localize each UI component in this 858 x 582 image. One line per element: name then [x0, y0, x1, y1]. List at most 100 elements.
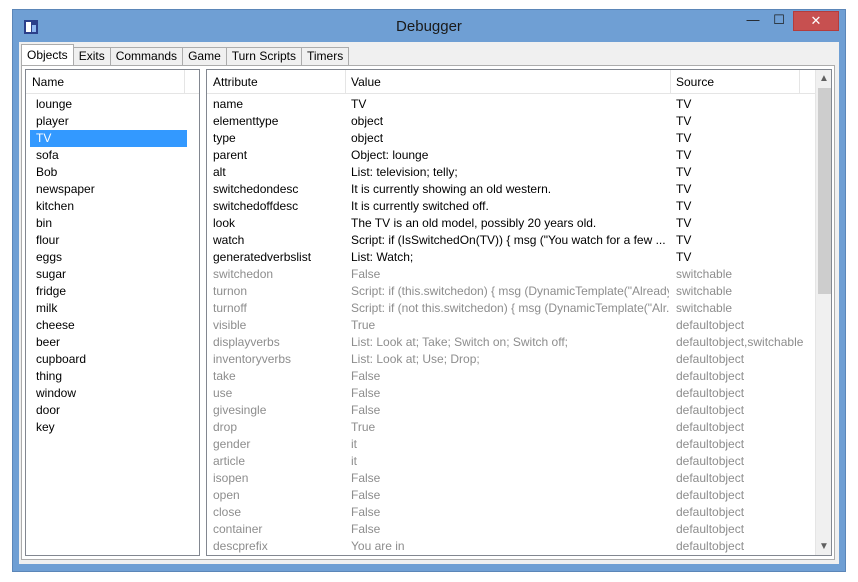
- attribute-value-cell: True: [351, 318, 376, 332]
- objects-list-header[interactable]: Name: [26, 70, 199, 94]
- attribute-value-cell: It is currently switched off.: [351, 199, 489, 213]
- value-column-header[interactable]: Value: [351, 75, 381, 89]
- attribute-row[interactable]: take False defaultobject: [207, 368, 815, 385]
- object-list-item[interactable]: fridge: [30, 283, 187, 300]
- tab-turn-scripts[interactable]: Turn Scripts: [225, 47, 302, 65]
- attribute-name-cell: elementtype: [213, 114, 279, 128]
- attribute-column-header[interactable]: Attribute: [213, 75, 258, 89]
- column-divider[interactable]: [799, 70, 800, 94]
- attribute-value-cell: TV: [351, 97, 367, 111]
- close-button[interactable]: ✕: [793, 11, 839, 31]
- minimize-button[interactable]: —: [739, 11, 767, 31]
- attribute-row[interactable]: switchedondesc It is currently showing an…: [207, 181, 815, 198]
- attribute-name-cell: article: [213, 454, 246, 468]
- attribute-value-cell: Script: if (IsSwitchedOn(TV)) { msg ("Yo…: [351, 233, 666, 247]
- tab-objects[interactable]: Objects: [21, 44, 74, 65]
- object-list-item[interactable]: kitchen: [30, 198, 187, 215]
- objects-list-items: lounge player TV sofa Bob newspaper kitchen bin…: [26, 94, 199, 436]
- attribute-row[interactable]: watch Script: if (IsSwitchedOn(TV)) { msg…: [207, 232, 815, 249]
- attribute-value-cell: False: [351, 386, 381, 400]
- name-column-header[interactable]: Name: [32, 75, 64, 89]
- object-list-item[interactable]: eggs: [30, 249, 187, 266]
- attribute-row[interactable]: look The TV is an old model, possibly 20 …: [207, 215, 815, 232]
- attribute-row[interactable]: generatedverbslist List: Watch; TV: [207, 249, 815, 266]
- attribute-row[interactable]: article it defaultobject: [207, 453, 815, 470]
- attribute-source-cell: switchable: [676, 301, 733, 315]
- object-list-item[interactable]: key: [30, 419, 187, 436]
- attribute-row[interactable]: switchedoffdesc It is currently switched …: [207, 198, 815, 215]
- object-list-item[interactable]: sofa: [30, 147, 187, 164]
- object-list-item[interactable]: door: [30, 402, 187, 419]
- scrollbar-thumb[interactable]: [818, 88, 831, 294]
- attributes-table[interactable]: Attribute Value Source name TV TV elementty…: [206, 69, 832, 556]
- attribute-name-cell: generatedverbslist: [213, 250, 312, 264]
- attribute-row[interactable]: type object TV: [207, 130, 815, 147]
- tab-timers[interactable]: Timers: [301, 47, 350, 65]
- attribute-value-cell: List: Look at; Use; Drop;: [351, 352, 480, 366]
- object-list-item[interactable]: beer: [30, 334, 187, 351]
- source-column-header[interactable]: Source: [676, 75, 714, 89]
- column-divider[interactable]: [670, 70, 671, 94]
- object-list-item[interactable]: milk: [30, 300, 187, 317]
- attribute-row[interactable]: givesingle False defaultobject: [207, 402, 815, 419]
- attribute-row[interactable]: switchedon False switchable: [207, 266, 815, 283]
- column-divider[interactable]: [184, 70, 185, 94]
- attribute-source-cell: defaultobject: [676, 505, 745, 519]
- attribute-source-cell: defaultobject: [676, 488, 745, 502]
- object-list-item[interactable]: flour: [30, 232, 187, 249]
- object-list-item[interactable]: lounge: [30, 96, 187, 113]
- attribute-row[interactable]: alt List: television; telly; TV: [207, 164, 815, 181]
- attribute-name-cell: container: [213, 522, 263, 536]
- attribute-value-cell: False: [351, 471, 381, 485]
- attribute-source-cell: defaultobject: [676, 420, 745, 434]
- attribute-value-cell: List: television; telly;: [351, 165, 458, 179]
- object-list-item[interactable]: cheese: [30, 317, 187, 334]
- object-list-item[interactable]: window: [30, 385, 187, 402]
- object-list-item[interactable]: thing: [30, 368, 187, 385]
- object-list-item[interactable]: sugar: [30, 266, 187, 283]
- object-list-item[interactable]: TV: [30, 130, 187, 147]
- attribute-value-cell: The TV is an old model, possibly 20 year…: [351, 216, 597, 230]
- attribute-row[interactable]: isopen False defaultobject: [207, 470, 815, 487]
- attribute-row[interactable]: name TV TV: [207, 96, 815, 113]
- attribute-row[interactable]: turnoff Script: if (not this.switchedon) …: [207, 300, 815, 317]
- attribute-row[interactable]: elementtype object TV: [207, 113, 815, 130]
- tab-game[interactable]: Game: [182, 47, 227, 65]
- scroll-up-button[interactable]: ▲: [816, 70, 831, 87]
- window-client-area: Objects Exits Commands Game Turn Scripts…: [19, 42, 839, 564]
- attribute-row[interactable]: close False defaultobject: [207, 504, 815, 521]
- object-list-item[interactable]: newspaper: [30, 181, 187, 198]
- attribute-row[interactable]: drop True defaultobject: [207, 419, 815, 436]
- column-divider[interactable]: [345, 70, 346, 94]
- attribute-row[interactable]: open False defaultobject: [207, 487, 815, 504]
- attribute-name-cell: look: [213, 216, 236, 230]
- title-bar[interactable]: Debugger — ☐ ✕: [13, 10, 845, 42]
- attribute-name-cell: givesingle: [213, 403, 267, 417]
- scroll-down-button[interactable]: ▼: [816, 538, 831, 555]
- attribute-source-cell: defaultobject: [676, 386, 745, 400]
- object-list-item[interactable]: player: [30, 113, 187, 130]
- attribute-value-cell: False: [351, 267, 381, 281]
- tab-commands[interactable]: Commands: [109, 47, 184, 65]
- attribute-row[interactable]: displayverbs List: Look at; Take; Switch …: [207, 334, 815, 351]
- object-list-item[interactable]: cupboard: [30, 351, 187, 368]
- attribute-row[interactable]: descprefix You are in defaultobject: [207, 538, 815, 555]
- object-list-item[interactable]: Bob: [30, 164, 187, 181]
- attributes-table-rows: name TV TV elementtype object TV type object TV p…: [207, 96, 815, 555]
- object-list-item[interactable]: bin: [30, 215, 187, 232]
- objects-list[interactable]: Name lounge player TV sofa Bob newspaper kitch…: [25, 69, 200, 556]
- attribute-row[interactable]: visible True defaultobject: [207, 317, 815, 334]
- attribute-row[interactable]: gender it defaultobject: [207, 436, 815, 453]
- attribute-name-cell: switchedoffdesc: [213, 199, 299, 213]
- attribute-source-cell: switchable: [676, 284, 733, 298]
- attribute-row[interactable]: parent Object: lounge TV: [207, 147, 815, 164]
- vertical-scrollbar[interactable]: ▲ ▼: [815, 70, 831, 555]
- maximize-button[interactable]: ☐: [765, 11, 793, 31]
- attribute-name-cell: open: [213, 488, 240, 502]
- tab-exits[interactable]: Exits: [72, 47, 111, 65]
- attribute-row[interactable]: inventoryverbs List: Look at; Use; Drop; d…: [207, 351, 815, 368]
- attribute-row[interactable]: container False defaultobject: [207, 521, 815, 538]
- attribute-row[interactable]: use False defaultobject: [207, 385, 815, 402]
- attribute-value-cell: object: [351, 114, 384, 128]
- attribute-row[interactable]: turnon Script: if (this.switchedon) { msg…: [207, 283, 815, 300]
